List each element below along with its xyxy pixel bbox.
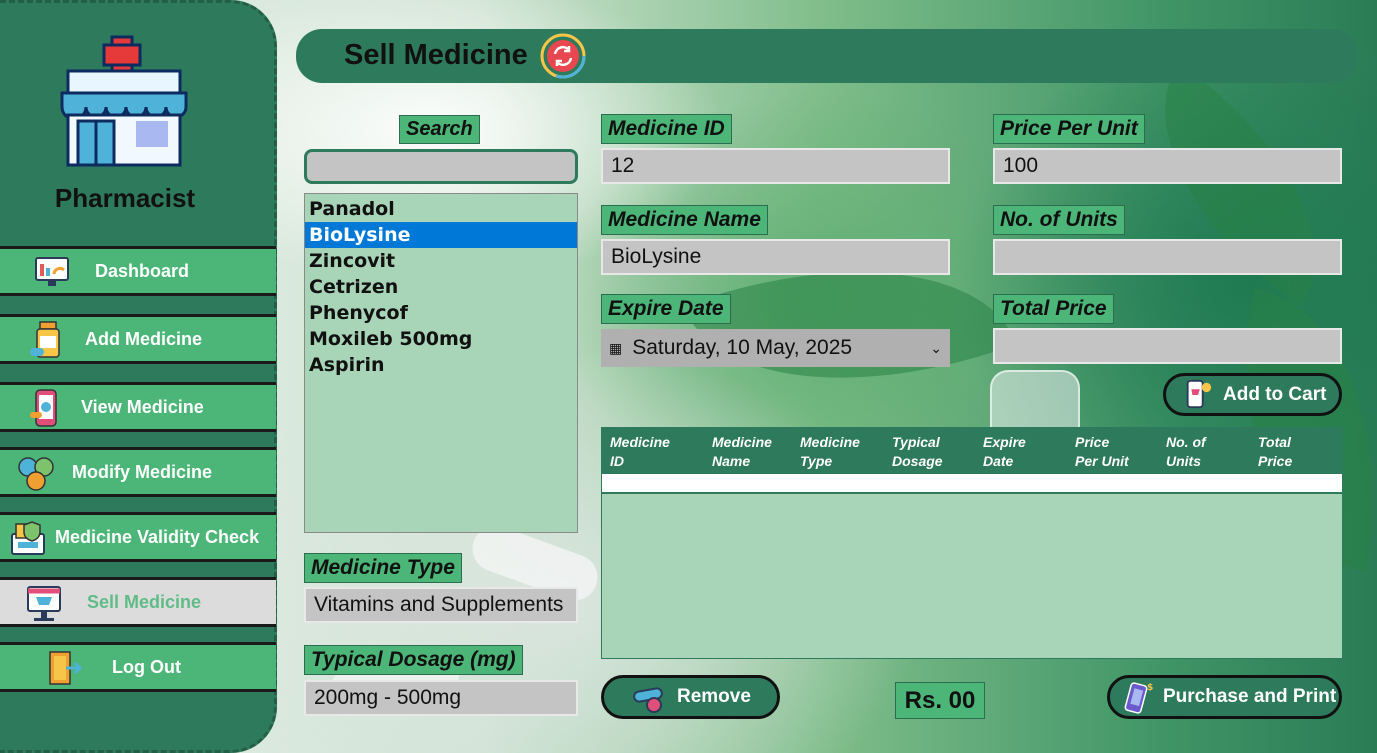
dosage-label: Typical Dosage (mg): [304, 645, 523, 675]
units-field[interactable]: [993, 239, 1342, 275]
shop-cart-icon: [27, 586, 61, 621]
column-header-total-price[interactable]: Total Price: [1258, 433, 1292, 471]
column-header-medicine-name[interactable]: Medicine Name: [712, 433, 772, 471]
calendar-icon: ▦: [609, 339, 623, 356]
logout-icon: [49, 651, 83, 685]
pharmacy-store-icon: [60, 35, 188, 167]
list-item[interactable]: Zincovit: [305, 248, 577, 274]
total-price-field[interactable]: [993, 328, 1342, 364]
svg-text:$: $: [1147, 683, 1153, 693]
page-header: Sell Medicine: [296, 29, 1358, 83]
medicine-type-label: Medicine Type: [304, 553, 462, 583]
price-per-unit-label: Price Per Unit: [993, 114, 1145, 144]
medicine-name-label: Medicine Name: [601, 205, 768, 235]
purchase-and-print-button[interactable]: $ Purchase and Print: [1107, 675, 1342, 719]
search-label: Search: [399, 115, 480, 144]
column-header-typical-dosage[interactable]: Typical Dosage: [892, 433, 943, 471]
pills-icon: [18, 457, 54, 491]
list-item-selected[interactable]: BioLysine: [305, 222, 577, 248]
list-item[interactable]: Phenycof: [305, 300, 577, 326]
medicine-listbox[interactable]: Panadol BioLysine Zincovit Cetrizen Phen…: [304, 193, 578, 533]
list-item[interactable]: Aspirin: [305, 352, 577, 378]
chevron-down-icon[interactable]: ⌄: [930, 340, 942, 357]
pill-remove-icon: [633, 687, 663, 713]
medicine-name-field[interactable]: BioLysine: [601, 239, 950, 275]
expire-date-label: Expire Date: [601, 294, 731, 324]
cart-table[interactable]: Medicine ID Medicine Name Medicine Type Typ…: [601, 427, 1343, 659]
medicine-id-field[interactable]: 12: [601, 148, 950, 184]
list-item[interactable]: Panadol: [305, 196, 577, 222]
table-new-row[interactable]: [602, 474, 1342, 494]
expire-date-value: Saturday, 10 May, 2025: [632, 336, 853, 359]
phone-payment-icon: $: [1124, 682, 1153, 714]
column-header-units[interactable]: No. of Units: [1166, 433, 1206, 471]
column-header-medicine-id[interactable]: Medicine ID: [610, 433, 670, 471]
list-item[interactable]: Cetrizen: [305, 274, 577, 300]
medicine-bottle-icon: [30, 321, 60, 358]
column-header-expire-date[interactable]: Expire Date: [983, 433, 1026, 471]
page-title: Sell Medicine: [344, 39, 528, 71]
nav-log-out[interactable]: Log Out: [0, 642, 276, 692]
column-header-medicine-type[interactable]: Medicine Type: [800, 433, 860, 471]
add-to-cart-button[interactable]: Add to Cart: [1163, 373, 1342, 416]
dashboard-icon: [35, 257, 69, 286]
role-title: Pharmacist: [54, 183, 196, 213]
nav-modify-medicine[interactable]: Modify Medicine: [0, 447, 276, 497]
grand-total: Rs. 00: [895, 682, 985, 719]
nav-medicine-validity-check[interactable]: Medicine Validity Check: [0, 512, 276, 562]
phone-medicine-icon: [30, 389, 57, 427]
dosage-field[interactable]: 200mg - 500mg: [304, 680, 578, 716]
nav-dashboard[interactable]: Dashboard: [0, 246, 276, 296]
price-per-unit-field[interactable]: 100: [993, 148, 1342, 184]
nav-add-medicine[interactable]: Add Medicine: [0, 314, 276, 364]
nav-sell-medicine[interactable]: Sell Medicine: [0, 577, 276, 627]
expire-date-picker[interactable]: ▦ Saturday, 10 May, 2025 ⌄: [601, 329, 950, 367]
nav-view-medicine[interactable]: View Medicine: [0, 382, 276, 432]
search-input[interactable]: [304, 149, 578, 184]
medicine-type-field[interactable]: Vitamins and Supplements: [304, 587, 578, 623]
cart-table-header: Medicine ID Medicine Name Medicine Type Typ…: [602, 428, 1342, 474]
remove-button[interactable]: Remove: [601, 675, 780, 719]
list-item[interactable]: Moxileb 500mg: [305, 326, 577, 352]
column-header-price-per-unit[interactable]: Price Per Unit: [1075, 433, 1129, 471]
validity-check-icon: [11, 521, 45, 555]
cart-phone-icon: [1186, 379, 1212, 409]
total-price-label: Total Price: [993, 294, 1114, 324]
units-label: No. of Units: [993, 205, 1125, 235]
medicine-id-label: Medicine ID: [601, 114, 732, 144]
sidebar: Pharmacist Dashboard Add Medicine View M…: [0, 0, 277, 753]
refresh-icon[interactable]: [540, 33, 586, 79]
